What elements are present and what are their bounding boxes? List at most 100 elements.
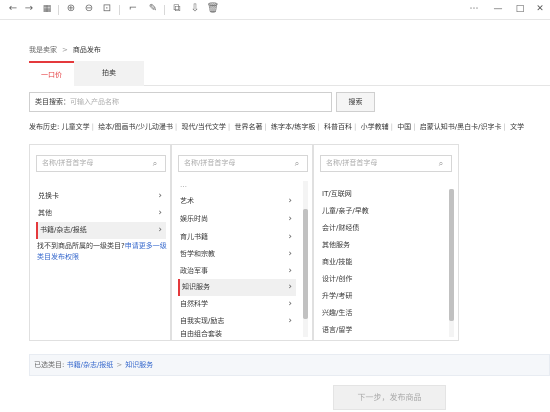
level2-item[interactable]: 自我实现/励志 › bbox=[178, 313, 296, 330]
minimize-icon[interactable]: — bbox=[490, 2, 506, 16]
history-item[interactable]: 儿童文学 bbox=[62, 123, 90, 131]
level3-item[interactable]: 会计/财经债 bbox=[320, 220, 442, 237]
breadcrumb-root-link[interactable]: 我是卖家 bbox=[29, 46, 57, 54]
history-item[interactable]: 现代/当代文学 bbox=[182, 123, 226, 131]
level3-item[interactable]: IT/互联网 bbox=[320, 186, 442, 203]
level1-item-label: 其他 bbox=[38, 209, 52, 217]
level1-item-selected[interactable]: 书籍/杂志/报纸 › bbox=[36, 222, 166, 239]
level2-item-label: 知识服务 bbox=[182, 283, 210, 291]
level3-item[interactable]: 其他服务 bbox=[320, 237, 442, 254]
next-publish-button[interactable]: 下一步，发布商品 bbox=[333, 385, 446, 410]
selected-category-bar: 已选类目: 书籍/杂志/报纸 > 知识服务 bbox=[29, 354, 550, 376]
history-item[interactable]: 文学 bbox=[510, 123, 524, 131]
level2-item[interactable]: 娱乐时尚 › bbox=[178, 211, 296, 228]
level2-item-label: 自然科学 bbox=[180, 300, 208, 308]
level3-item[interactable]: 设计/创作 bbox=[320, 271, 442, 288]
level1-search-placeholder: 名称/拼音首字母 bbox=[42, 159, 94, 167]
chevron-right-icon: › bbox=[158, 208, 162, 218]
level2-item-label: … bbox=[180, 181, 187, 189]
search-icon: ⌕ bbox=[294, 159, 300, 168]
level2-item-label: 自我实现/励志 bbox=[180, 317, 225, 325]
level2-item[interactable]: 政治军事 › bbox=[178, 263, 296, 280]
breadcrumb-current: 商品发布 bbox=[72, 46, 101, 54]
publish-history: 发布历史: 儿童文学 | 绘本/图画书/少儿动漫书 | 现代/当代文学 | 世界名著 |… bbox=[29, 123, 525, 131]
category-panel-level2: 名称/拼音首字母 ⌕ … 艺术 › 娱乐时尚 › 育儿书籍 › 哲学和宗教 › 政治军事… bbox=[171, 144, 313, 341]
breadcrumb-chevron-icon: > bbox=[62, 46, 68, 54]
category-search-input[interactable]: 类目搜索：可输入产品名称 bbox=[29, 92, 332, 112]
level3-item[interactable]: 升学/考研 bbox=[320, 288, 442, 305]
tab-fixed-price[interactable]: 一口价 bbox=[29, 61, 74, 86]
history-item[interactable]: 小学教辅 bbox=[361, 123, 389, 131]
level2-item-label: 政治军事 bbox=[180, 267, 208, 275]
export-icon[interactable]: ⇩ bbox=[188, 2, 202, 16]
search-label: 类目搜索： bbox=[35, 98, 70, 106]
level2-item-selected[interactable]: 知识服务 › bbox=[178, 279, 296, 296]
level2-item-label: 自由组合套装 bbox=[180, 330, 222, 338]
level1-item-label: 书籍/杂志/报纸 bbox=[40, 226, 87, 234]
level1-search-input[interactable]: 名称/拼音首字母 ⌕ bbox=[36, 155, 166, 172]
back-arrow-icon[interactable]: ← bbox=[6, 2, 20, 16]
level2-item-label: 娱乐时尚 bbox=[180, 215, 208, 223]
forward-arrow-icon[interactable]: → bbox=[22, 2, 36, 16]
level2-item[interactable]: 哲学和宗教 › bbox=[178, 246, 296, 263]
more-icon[interactable]: ⋯ bbox=[466, 2, 482, 16]
level2-item[interactable]: 自然科学 › bbox=[178, 296, 296, 313]
selected-level1-link[interactable]: 书籍/杂志/报纸 bbox=[67, 361, 114, 369]
selected-label: 已选类目: bbox=[34, 361, 65, 369]
toolbar-divider bbox=[119, 5, 120, 15]
level2-item[interactable]: 艺术 › bbox=[178, 193, 296, 210]
level2-item-label: 哲学和宗教 bbox=[180, 250, 215, 258]
maximize-icon[interactable]: □ bbox=[512, 2, 528, 16]
level2-scrollbar[interactable] bbox=[303, 181, 308, 337]
chevron-right-icon: › bbox=[288, 266, 292, 276]
level1-item[interactable]: 兑换卡 › bbox=[36, 188, 166, 205]
path-chevron-icon: > bbox=[116, 361, 123, 369]
history-item[interactable]: 练字本/练字板 bbox=[271, 123, 315, 131]
level1-item[interactable]: 其他 › bbox=[36, 205, 166, 222]
delete-icon[interactable]: 🗑 bbox=[206, 2, 220, 16]
history-item[interactable]: 中国 bbox=[397, 123, 411, 131]
level2-item-partial[interactable]: 自由组合套装 bbox=[178, 329, 296, 340]
level3-item[interactable]: 兴趣/生活 bbox=[320, 305, 442, 322]
level3-scroll-thumb[interactable] bbox=[449, 189, 454, 321]
tab-auction[interactable]: 拍卖 bbox=[74, 61, 144, 86]
toolbar-divider bbox=[164, 5, 165, 15]
level1-item-label: 兑换卡 bbox=[38, 192, 59, 200]
level2-scroll-thumb[interactable] bbox=[303, 209, 308, 319]
level3-scrollbar[interactable] bbox=[449, 189, 454, 337]
fit-icon[interactable]: ⊡ bbox=[100, 2, 114, 16]
history-item[interactable]: 绘本/图画书/少儿动漫书 bbox=[98, 123, 173, 131]
search-button[interactable]: 搜索 bbox=[336, 92, 375, 112]
copy-icon[interactable]: ⧉ bbox=[170, 2, 184, 16]
chevron-right-icon: › bbox=[288, 299, 292, 309]
level2-item-label: 育儿书籍 bbox=[180, 233, 208, 241]
price-mode-tabs: 一口价 拍卖 bbox=[29, 61, 550, 86]
history-item[interactable]: 世界名著 bbox=[234, 123, 262, 131]
history-label: 发布历史: bbox=[29, 123, 60, 131]
level3-item[interactable]: 儿童/亲子/早教 bbox=[320, 203, 442, 220]
crop-icon[interactable]: ⌐ bbox=[126, 2, 140, 16]
level2-item[interactable]: 育儿书籍 › bbox=[178, 229, 296, 246]
history-item[interactable]: 科普百科 bbox=[324, 123, 352, 131]
chevron-right-icon: › bbox=[288, 232, 292, 242]
category-panel-level3: 名称/拼音首字母 ⌕ IT/互联网 儿童/亲子/早教 会计/财经债 其他服务 商… bbox=[313, 144, 459, 341]
breadcrumb: 我是卖家 > 商品发布 bbox=[29, 45, 101, 55]
close-icon[interactable]: ✕ bbox=[532, 2, 548, 16]
chevron-right-icon: › bbox=[288, 282, 292, 292]
notfound-text: 找不到商品所属的一级类目? bbox=[37, 242, 125, 250]
zoom-out-icon[interactable]: ⊖ bbox=[82, 2, 96, 16]
viewer-toolbar: ← → ▦ ⊕ ⊖ ⊡ ⌐ ✎ ⧉ ⇩ 🗑 ⋯ — □ ✕ bbox=[0, 0, 550, 20]
selected-level2-link[interactable]: 知识服务 bbox=[125, 361, 153, 369]
level3-item[interactable]: 语言/留学 bbox=[320, 322, 442, 339]
edit-icon[interactable]: ✎ bbox=[146, 2, 160, 16]
level2-search-input[interactable]: 名称/拼音首字母 ⌕ bbox=[178, 155, 308, 172]
level3-search-input[interactable]: 名称/拼音首字母 ⌕ bbox=[320, 155, 452, 172]
level2-item-partial[interactable]: … bbox=[178, 181, 296, 189]
history-item[interactable]: 启蒙认知书/黑白卡/识字卡 bbox=[420, 123, 502, 131]
zoom-in-icon[interactable]: ⊕ bbox=[64, 2, 78, 16]
search-icon: ⌕ bbox=[152, 159, 158, 168]
chevron-right-icon: › bbox=[288, 249, 292, 259]
category-panel-level1: 名称/拼音首字母 ⌕ 兑换卡 › 其他 › 书籍/杂志/报纸 › 找不到商品所属的一级… bbox=[29, 144, 171, 341]
level3-item[interactable]: 商业/技能 bbox=[320, 254, 442, 271]
grid-icon[interactable]: ▦ bbox=[40, 2, 54, 16]
